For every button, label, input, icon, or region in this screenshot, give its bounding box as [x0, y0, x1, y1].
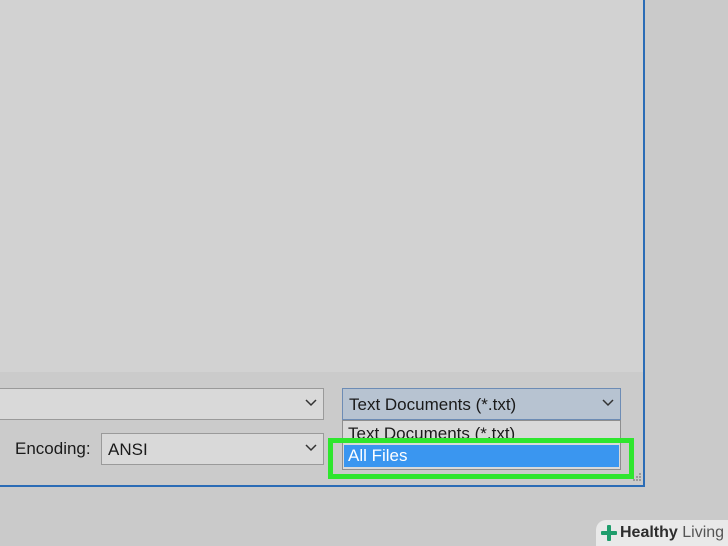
file-list-area[interactable]	[0, 0, 643, 372]
watermark-brand-bold: Healthy	[620, 524, 678, 541]
file-type-selected: Text Documents (*.txt)	[349, 395, 517, 414]
encoding-select[interactable]: ANSI	[101, 433, 324, 465]
watermark-text: Healthy Living	[620, 524, 724, 542]
encoding-label: Encoding:	[15, 439, 91, 458]
annotation-highlight-box	[328, 438, 634, 479]
chevron-down-icon[interactable]	[303, 440, 319, 456]
encoding-value: ANSI	[108, 440, 148, 459]
file-type-select[interactable]: Text Documents (*.txt)	[342, 388, 621, 420]
chevron-down-icon[interactable]	[303, 395, 319, 411]
resize-grip-icon[interactable]	[630, 472, 642, 484]
chevron-down-icon[interactable]	[600, 395, 616, 411]
watermark-brand-light: Living	[682, 524, 725, 541]
filename-field[interactable]	[0, 388, 324, 420]
cross-logo-icon	[601, 525, 617, 541]
watermark: Healthy Living	[596, 520, 728, 546]
